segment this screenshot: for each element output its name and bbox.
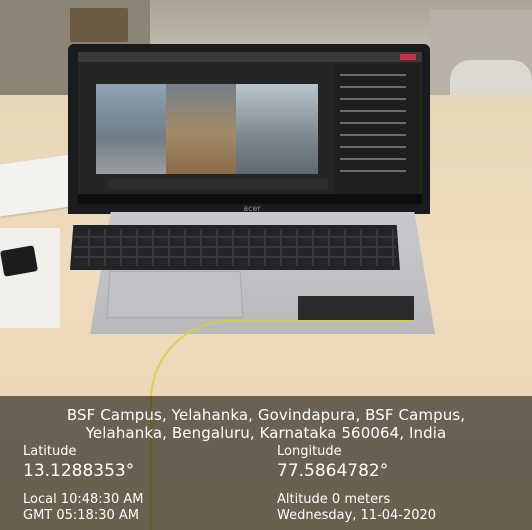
call-controls-bar bbox=[108, 179, 328, 189]
altitude: Altitude 0 meters bbox=[277, 492, 391, 507]
address-line-2: Yelahanka, Bengaluru, Karnataka 560064, … bbox=[85, 424, 447, 442]
right-column: Longitude 77.5864782° Altitude 0 meters … bbox=[277, 444, 527, 524]
local-time: Local 10:48:30 AM bbox=[23, 492, 144, 507]
spec-stickers bbox=[298, 296, 414, 320]
participant-row bbox=[340, 158, 406, 160]
address-line-1: BSF Campus, Yelahanka, Govindapura, BSF … bbox=[66, 406, 466, 424]
slide-image-middle bbox=[166, 84, 236, 174]
longitude-label: Longitude bbox=[277, 444, 342, 459]
latitude-label: Latitude bbox=[23, 444, 77, 459]
participant-row bbox=[340, 122, 406, 124]
participant-row bbox=[340, 170, 406, 172]
participants-panel bbox=[334, 64, 420, 194]
paper-stack bbox=[0, 228, 60, 328]
acer-logo: acer bbox=[243, 204, 261, 212]
address: BSF Campus, Yelahanka, Govindapura, BSF … bbox=[0, 406, 532, 442]
touchpad bbox=[106, 270, 244, 319]
participant-row bbox=[340, 146, 406, 148]
slide-image-left bbox=[96, 84, 166, 174]
participant-row bbox=[340, 98, 406, 100]
date: Wednesday, 11-04-2020 bbox=[277, 508, 437, 523]
keys bbox=[74, 229, 396, 266]
leave-call-icon bbox=[400, 54, 416, 60]
participant-row bbox=[340, 74, 406, 76]
participant-row bbox=[340, 86, 406, 88]
svg-text:acer: acer bbox=[243, 204, 261, 212]
gmt-time: GMT 05:18:30 AM bbox=[23, 508, 139, 523]
cardboard-box bbox=[70, 8, 128, 42]
left-column: Latitude 13.1288353° Local 10:48:30 AM G… bbox=[23, 444, 263, 524]
slide-image-right bbox=[236, 84, 318, 174]
chair bbox=[450, 60, 532, 100]
geotag-overlay: BSF Campus, Yelahanka, Govindapura, BSF … bbox=[0, 396, 532, 530]
windows-taskbar bbox=[78, 194, 422, 204]
participant-row bbox=[340, 110, 406, 112]
laptop-keyboard bbox=[70, 225, 400, 270]
meeting-title-bar bbox=[78, 52, 422, 62]
latitude-value: 13.1288353° bbox=[23, 461, 135, 481]
participant-row bbox=[340, 134, 406, 136]
laptop-screen bbox=[78, 52, 422, 204]
longitude-value: 77.5864782° bbox=[277, 461, 389, 481]
